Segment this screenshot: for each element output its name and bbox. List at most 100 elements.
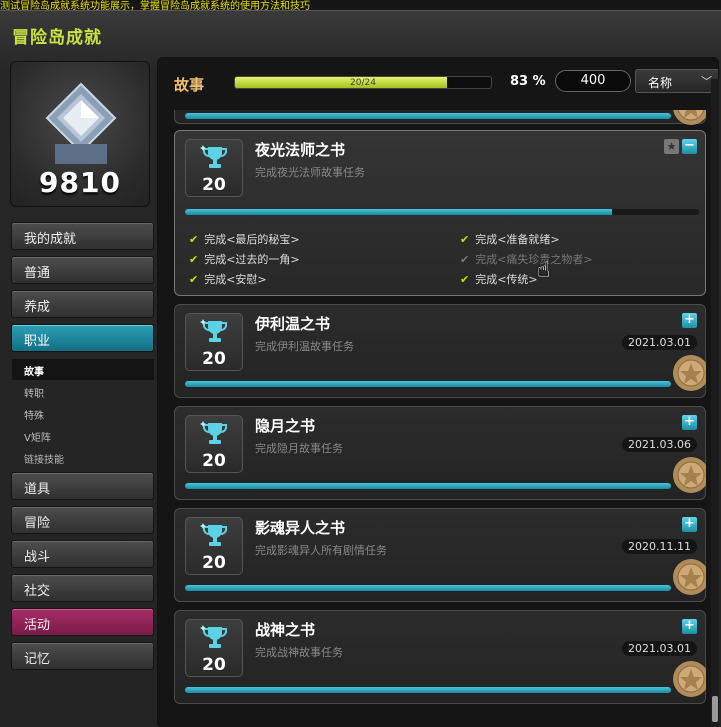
nav-item-9[interactable]: 记忆	[11, 642, 154, 670]
card-progress-bar	[185, 483, 671, 489]
card-progress-bar	[185, 381, 671, 387]
check-icon: ✔	[460, 273, 470, 286]
task-label: 完成<准备就绪>	[475, 233, 560, 246]
check-icon: ✔	[189, 273, 199, 286]
sort-dropdown[interactable]: 名称 ﹀	[635, 69, 718, 93]
trophy-points: 20	[202, 349, 226, 369]
card-progress-fill	[185, 381, 671, 387]
card-title: 伊利温之书	[255, 315, 331, 333]
nav-item-1[interactable]: 普通	[11, 256, 154, 284]
nav-item-5[interactable]: 冒险	[11, 506, 154, 534]
card-title: 影魂异人之书	[255, 519, 346, 537]
expand-button[interactable]: +	[682, 415, 697, 430]
scrollbar-thumb[interactable]	[712, 696, 718, 722]
completion-date: 2020.11.11	[622, 539, 697, 554]
achievement-card[interactable]: 20 伊利温之书 完成伊利温故事任务 +2021.03.01	[174, 304, 706, 398]
diamond-emblem-icon	[45, 82, 117, 164]
nav-item-3[interactable]: 职业	[11, 324, 154, 352]
expand-button[interactable]: +	[682, 517, 697, 532]
nav-sub-item-1[interactable]: 转职	[12, 381, 154, 402]
card-description: 完成影魂异人所有剧情任务	[255, 544, 387, 557]
category-progress-bar: 20/24	[234, 76, 492, 89]
card-title: 战神之书	[255, 621, 316, 639]
trophy-icon	[200, 145, 227, 168]
check-icon: ✔	[189, 233, 199, 246]
trophy-points: 20	[202, 655, 226, 675]
check-icon: ✔	[189, 253, 199, 266]
achievement-list[interactable]: 20 夜光法师之书 完成夜光法师故事任务 ★ − ✔ 完成<最后的秘宝> ✔ 完成<准备就绪> ✔…	[172, 110, 706, 727]
trophy-badge: 20	[185, 517, 243, 575]
trophy-points: 20	[202, 451, 226, 471]
wax-seal-icon	[673, 457, 706, 493]
trophy-icon	[200, 421, 227, 444]
card-progress-bar	[185, 585, 671, 591]
task-label: 完成<传统>	[475, 273, 538, 286]
scrollbar[interactable]	[711, 79, 719, 727]
card-progress-bar	[185, 209, 699, 215]
category-progress-text: 20/24	[350, 78, 376, 88]
card-progress-fill	[185, 113, 671, 119]
trophy-icon	[200, 523, 227, 546]
hand-cursor-icon: ☝	[537, 258, 551, 283]
nav-item-0[interactable]: 我的成就	[11, 222, 154, 250]
nav-item-6[interactable]: 战斗	[11, 540, 154, 568]
achievement-card[interactable]: 20 夜光法师之书 完成夜光法师故事任务 ★ − ✔ 完成<最后的秘宝> ✔ 完成<准备就绪> ✔…	[174, 130, 706, 296]
trophy-badge: 20	[185, 619, 243, 677]
card-progress-fill	[185, 585, 671, 591]
completion-date: 2021.03.01	[622, 641, 697, 656]
nav-sub-item-0[interactable]: 故事	[12, 359, 154, 380]
card-description: 完成隐月故事任务	[255, 442, 343, 455]
category-label: 故事	[174, 76, 205, 94]
check-icon: ✔	[460, 233, 470, 246]
trophy-badge: 20	[185, 415, 243, 473]
category-points: 400	[555, 70, 631, 92]
achievement-card[interactable]: 20 影魂异人之书完成影魂异人所有剧情任务 +2020.11.11	[174, 508, 706, 602]
expand-button[interactable]: +	[682, 619, 697, 634]
achievement-card-partial[interactable]	[174, 110, 706, 125]
top-strip-text: 测试冒险岛成就系统功能展示，掌握冒险岛成就系统的使用方法和技巧	[0, 1, 310, 10]
nav-item-4[interactable]: 道具	[11, 472, 154, 500]
task-item: ✔ 完成<最后的秘宝>	[189, 231, 300, 247]
check-icon: ✔	[460, 253, 470, 266]
sort-label: 名称	[648, 76, 673, 90]
trophy-badge: 20	[185, 139, 243, 197]
card-description: 完成战神故事任务	[255, 646, 343, 659]
card-title: 隐月之书	[255, 417, 316, 435]
task-label: 完成<过去的一角>	[204, 253, 300, 266]
nav-item-8[interactable]: 活动	[11, 608, 154, 636]
nav-sub-item-3[interactable]: V矩阵	[12, 425, 154, 446]
achievement-panel: 故事 20/24 83 % 400 名称 ﹀ 20 夜光法师之书 完成夜光法师故事任…	[157, 57, 719, 727]
star-icon[interactable]: ★	[664, 139, 679, 154]
nav-item-7[interactable]: 社交	[11, 574, 154, 602]
task-item: ✔ 完成<传统>	[460, 271, 538, 287]
profile-emblem-box: 9810	[10, 61, 150, 207]
wax-seal-icon	[673, 559, 706, 595]
expand-button[interactable]: +	[682, 313, 697, 328]
category-percent: 83 %	[510, 74, 546, 89]
trophy-badge: 20	[185, 313, 243, 371]
nav-item-2[interactable]: 养成	[11, 290, 154, 318]
completion-date: 2021.03.01	[622, 335, 697, 350]
trophy-icon	[200, 319, 227, 342]
card-progress-bar	[185, 687, 671, 693]
top-strip: 测试冒险岛成就系统功能展示，掌握冒险岛成就系统的使用方法和技巧	[0, 0, 721, 10]
achievement-score: 9810	[39, 166, 121, 199]
nav-sub-item-2[interactable]: 特殊	[12, 403, 154, 424]
task-label: 完成<安慰>	[204, 273, 267, 286]
achievement-window: 冒险岛成就 9810 我的成就 普通 养成 职业 道具 冒险 战斗 社交 活动 记忆 故事 转职 特殊 V…	[0, 10, 721, 727]
task-item: ✔ 完成<安慰>	[189, 271, 267, 287]
achievement-card[interactable]: 20 隐月之书 完成隐月故事任务 +2021.03.06	[174, 406, 706, 500]
trophy-points: 20	[202, 553, 226, 573]
achievement-card[interactable]: 20 战神之书完成战神故事任务 +2021.03.01	[174, 610, 706, 704]
task-label: 完成<最后的秘宝>	[204, 233, 300, 246]
card-progress-fill	[185, 209, 612, 215]
card-progress-fill	[185, 687, 671, 693]
trophy-points: 20	[202, 175, 226, 195]
trophy-icon	[200, 625, 227, 648]
card-progress-bar	[185, 113, 671, 119]
wax-seal-icon	[673, 355, 706, 391]
card-progress-fill	[185, 483, 671, 489]
nav-sub-item-4[interactable]: 链接技能	[12, 447, 154, 468]
task-item: ✔ 完成<过去的一角>	[189, 251, 300, 267]
collapse-button[interactable]: −	[682, 139, 697, 154]
